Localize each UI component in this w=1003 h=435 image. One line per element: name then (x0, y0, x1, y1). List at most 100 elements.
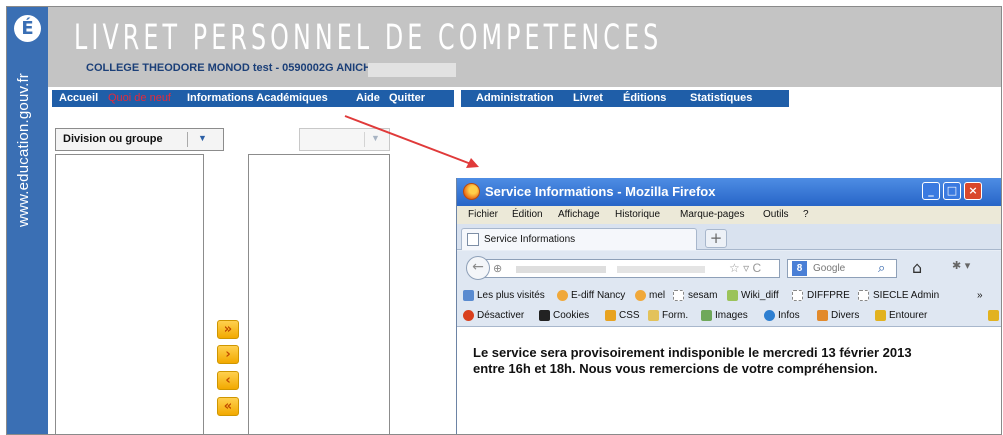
bookmark-icon (557, 290, 568, 301)
form-icon (648, 310, 659, 321)
nav-quitter[interactable]: Quitter (389, 92, 425, 104)
nav-accueil[interactable]: Accueil (59, 92, 98, 104)
bookmark-sesam[interactable]: sesam (688, 290, 717, 301)
addon-menu-icon[interactable]: ✱ ▾ (952, 259, 970, 272)
toolbar-form[interactable]: Form. (662, 310, 688, 321)
menu-outils[interactable]: Outils (763, 209, 789, 220)
bookmarks-bar: Les plus visités E-diff Nancy mel sesam … (457, 286, 1001, 306)
app-title: LIVRET PERSONNEL DE COMPETENCES (74, 18, 663, 58)
select-divider (364, 132, 365, 147)
lpc-application-window: É www.education.gouv.fr LIVRET PERSONNEL… (6, 6, 1002, 435)
ministry-logo-icon: É (14, 15, 41, 42)
bookmarks-overflow-button[interactable]: » (977, 290, 983, 301)
bookmark-siecle-admin[interactable]: SIECLE Admin (873, 290, 939, 301)
menu-edition[interactable]: Édition (512, 209, 543, 220)
bookmark-icon (673, 290, 684, 301)
add-button[interactable]: › (217, 345, 239, 364)
remove-button[interactable]: ‹ (217, 371, 239, 390)
bookmark-les-plus-visites[interactable]: Les plus visités (477, 290, 545, 301)
menu-marque-pages[interactable]: Marque-pages (680, 209, 744, 220)
tab-service-informations[interactable]: Service Informations (461, 228, 697, 250)
images-icon (701, 310, 712, 321)
chevron-down-icon: ▼ (371, 133, 380, 143)
service-message: Le service sera provisoirement indisponi… (473, 345, 912, 376)
firefox-window: Service Informations - Mozilla Firefox _… (456, 178, 1001, 434)
magnifier-icon[interactable]: ⌕ (878, 260, 885, 276)
maximize-button[interactable]: □ (943, 182, 961, 200)
firefox-tabbar: Service Informations + (457, 224, 1001, 250)
bookmark-diffpre[interactable]: DIFFPRE (807, 290, 850, 301)
toolbar-infos[interactable]: Infos (778, 310, 800, 321)
nav-administration[interactable]: Administration (476, 92, 554, 104)
menu-help[interactable]: ? (803, 209, 809, 220)
search-box[interactable]: 8 Google ⌕ (787, 259, 897, 278)
nav-editions[interactable]: Éditions (623, 92, 666, 104)
app-header: LIVRET PERSONNEL DE COMPETENCES COLLEGE … (48, 7, 1001, 87)
domain-text: www.education.gouv.fr (15, 72, 32, 227)
menu-affichage[interactable]: Affichage (558, 209, 600, 220)
bookmark-mel[interactable]: mel (649, 290, 665, 301)
css-icon (605, 310, 616, 321)
nav-informations-academiques[interactable]: Informations Académiques (187, 92, 328, 104)
bookmark-e-diff-nancy[interactable]: E-diff Nancy (571, 290, 625, 301)
tab-label: Service Informations (484, 234, 576, 245)
toolbar-css[interactable]: CSS (619, 310, 640, 321)
site-identity-icon: ⊕ (493, 263, 503, 275)
close-button[interactable]: × (964, 182, 982, 200)
toolbar-images[interactable]: Images (715, 310, 748, 321)
secondary-select[interactable]: ▼ (299, 128, 390, 151)
firefox-logo-icon (463, 183, 480, 200)
nav-livret[interactable]: Livret (573, 92, 603, 104)
url-bar[interactable]: ⊕ ☆ ▿ C (481, 259, 780, 278)
menu-fichier[interactable]: Fichier (468, 209, 498, 220)
cookies-icon (539, 310, 550, 321)
add-all-button[interactable]: » (217, 320, 239, 339)
misc-icon (817, 310, 828, 321)
google-engine-icon[interactable]: 8 (792, 261, 807, 276)
firefox-navbar: ⊕ ☆ ▿ C ← 8 Google ⌕ ⌂ ✱ ▾ (457, 251, 1001, 286)
available-list[interactable] (55, 154, 204, 434)
division-select-value: Division ou groupe (63, 133, 163, 145)
page-icon (467, 233, 479, 246)
firefox-page-content: Le service sera provisoirement indisponi… (457, 327, 1001, 434)
remove-all-button[interactable]: « (217, 397, 239, 416)
bookmark-icon (463, 290, 474, 301)
disable-icon (463, 310, 474, 321)
nav-statistiques[interactable]: Statistiques (690, 92, 752, 104)
select-divider (187, 132, 188, 147)
nav-left-group: Accueil Quoi de neuf Informations Académ… (52, 90, 454, 107)
bookmark-icon (792, 290, 803, 301)
toolbar-cookies[interactable]: Cookies (553, 310, 589, 321)
redacted-url (516, 266, 606, 273)
back-arrow-icon[interactable]: ← (466, 256, 490, 280)
web-developer-toolbar: Désactiver Cookies CSS Form. Images Info… (457, 306, 1001, 327)
menu-historique[interactable]: Historique (615, 209, 660, 220)
new-tab-button[interactable]: + (705, 229, 727, 248)
bookmark-star-icon[interactable]: ☆ ▿ C (729, 261, 761, 275)
firefox-titlebar: Service Informations - Mozilla Firefox _… (457, 178, 1001, 206)
pencil-icon (988, 310, 999, 321)
domain-vertical-label: www.education.gouv.fr (15, 49, 41, 229)
chevron-down-icon: ▼ (198, 133, 207, 143)
search-placeholder: Google (813, 263, 846, 274)
bookmark-icon (727, 290, 738, 301)
bookmark-icon (635, 290, 646, 301)
bookmark-icon (858, 290, 869, 301)
nav-aide[interactable]: Aide (356, 92, 380, 104)
division-select[interactable]: Division ou groupe ▼ (55, 128, 224, 151)
bookmark-wiki-diff[interactable]: Wiki_diff (741, 290, 779, 301)
selected-list[interactable] (248, 154, 390, 434)
minimize-button[interactable]: _ (922, 182, 940, 200)
outline-pencil-icon (875, 310, 886, 321)
home-icon[interactable]: ⌂ (912, 258, 922, 277)
side-strip: É www.education.gouv.fr (7, 7, 48, 434)
redacted-url (617, 266, 705, 273)
toolbar-desactiver[interactable]: Désactiver (477, 310, 524, 321)
redacted-area (368, 63, 456, 77)
nav-right-group: Administration Livret Éditions Statistiq… (461, 90, 789, 107)
info-icon (764, 310, 775, 321)
firefox-menubar: Fichier Édition Affichage Historique Mar… (457, 206, 1001, 224)
toolbar-divers[interactable]: Divers (831, 310, 859, 321)
toolbar-entourer[interactable]: Entourer (889, 310, 927, 321)
nav-quoi-de-neuf[interactable]: Quoi de neuf (108, 92, 171, 104)
